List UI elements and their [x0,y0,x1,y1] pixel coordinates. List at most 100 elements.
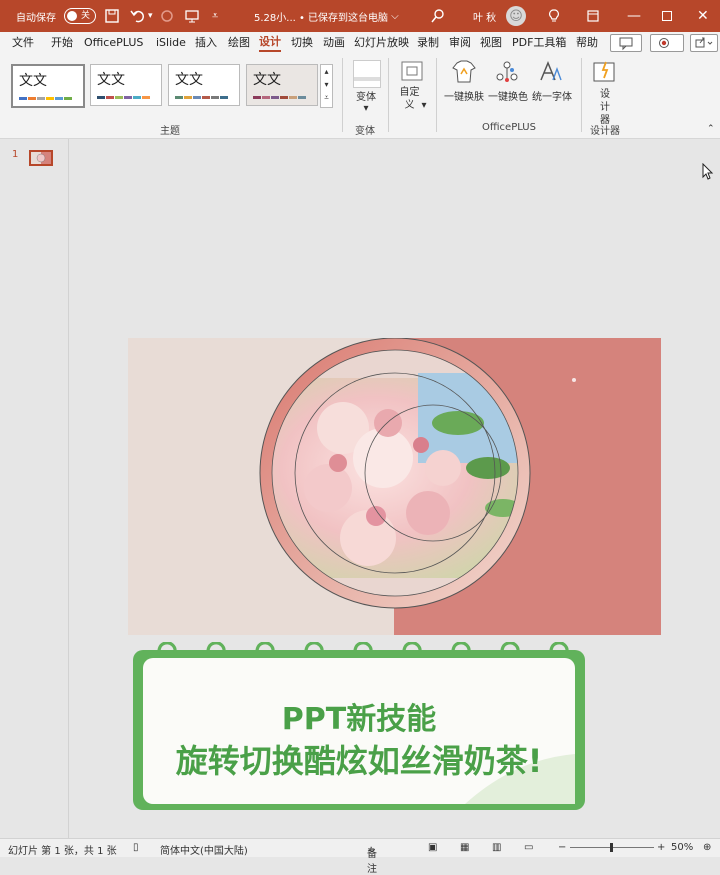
chevron-down-icon: ⌵ [391,10,399,22]
slide-count-status: 幻灯片 第 1 张，共 1 张 [8,846,117,857]
slide-sorter-icon[interactable]: ▦ [460,842,469,853]
officeplus-group-label: OfficePLUS [482,122,536,133]
zoom-slider-thumb[interactable] [610,843,613,852]
tab-slideshow[interactable]: 幻灯片放映 [354,32,409,54]
avatar[interactable]: ☺ [506,0,526,32]
record-icon [659,38,669,48]
chevron-down-icon: ▾ [324,80,329,89]
tab-transitions[interactable]: 切换 [291,32,313,54]
normal-view-icon[interactable]: ▣ [428,842,437,853]
zoom-out-icon[interactable]: − [558,842,566,853]
comment-icon [619,37,633,51]
collapse-ribbon-icon[interactable]: ⌃ [707,124,715,134]
chevron-up-icon: ▴ [324,67,329,76]
slide-thumbnail-preview [31,152,51,164]
status-bar: 幻灯片 第 1 张，共 1 张 ▯ 简体中文(中国大陆) ≐ 备注 ▣ ▦ ▥ … [0,838,720,875]
chevron-down-icon: ▾ [421,100,427,111]
customize-button-label: 自定义 [399,87,420,111]
tab-file[interactable]: 文件 [12,32,34,54]
file-title[interactable]: 5.28小... • 已保存到这台电脑 ⌵ [254,0,399,32]
tshirt-icon [451,60,477,87]
themes-group-label: 主题 [160,126,180,137]
tab-record[interactable]: 录制 [417,32,439,54]
ribbon-display-icon[interactable] [587,0,599,32]
group-divider [436,58,437,132]
autosave-toggle[interactable]: 关 [64,0,96,32]
tab-review[interactable]: 审阅 [449,32,471,54]
lightbulb-icon[interactable] [548,0,560,32]
theme-sample-text: 文文 [253,72,281,88]
tab-islide[interactable]: iSlide [156,32,186,54]
palette-icon [494,60,520,87]
slideshow-icon[interactable]: ▭ [524,842,533,853]
customize-qat-icon[interactable]: ⩡ [212,0,218,32]
tab-design[interactable]: 设计 [259,32,281,52]
customize-button[interactable]: 自定义 ▾ [396,86,428,112]
chevron-down-icon: ▾ [363,103,369,114]
theme-sample-text: 文文 [19,73,47,89]
one-click-color-button[interactable]: 一键换色 [486,88,530,103]
circle-frame-graphic [259,338,576,609]
zoom-in-icon[interactable]: + [657,842,665,853]
tab-animations[interactable]: 动画 [323,32,345,54]
theme-color-bars [253,96,306,99]
redo-icon[interactable] [160,0,174,32]
share-icon [695,37,713,48]
slide-canvas[interactable] [128,338,661,635]
group-divider [581,58,582,132]
notes-label: 备注 [367,849,377,875]
close-icon[interactable]: ✕ [697,0,709,32]
autosave-label: 自动保存 [16,12,56,24]
theme-color-bars [97,96,150,99]
designer-icon [592,60,618,87]
language-status[interactable]: 简体中文(中国大陆) [160,842,248,857]
comments-button[interactable] [610,34,642,52]
undo-dropdown-icon[interactable]: ▾ [148,0,153,32]
unify-font-button[interactable]: 统一字体 [530,88,574,103]
one-click-skin-button[interactable]: 一键换肤 [442,88,486,103]
user-name[interactable]: 叶 秋 [473,0,496,32]
present-icon[interactable] [185,0,199,32]
tab-pdf-toolbox[interactable]: PDF工具箱 [512,32,566,54]
spiral-binding [157,642,569,658]
slide-size-icon [399,60,425,85]
zoom-level[interactable]: 50% [671,842,693,853]
theme-thumbnail-1[interactable]: 文文 [11,64,85,108]
save-icon[interactable] [105,0,119,32]
file-title-text: 5.28小... • 已保存到这台电脑 [254,12,389,24]
theme-thumbnail-2[interactable]: 文文 [90,64,162,106]
accessibility-icon[interactable]: ▯ [133,842,139,853]
slide-thumbnail-pane: 1 [0,139,69,839]
variant-button[interactable]: 变体 ▾ [353,88,379,114]
theme-color-bars [175,96,228,99]
tab-view[interactable]: 视图 [480,32,502,54]
search-icon[interactable] [431,0,445,32]
slide-thumbnail-1[interactable] [29,150,53,166]
undo-icon[interactable] [130,0,146,32]
group-divider [388,58,389,132]
theme-thumbnail-3[interactable]: 文文 [168,64,240,106]
record-button[interactable] [650,34,684,52]
tab-insert[interactable]: 插入 [195,32,217,54]
tab-home[interactable]: 开始 [51,32,73,54]
tab-officeplus[interactable]: OfficePLUS [84,32,143,54]
variant-gallery-icon [353,60,381,88]
variant-group-label: 变体 [355,126,375,137]
variant-button-label: 变体 [356,92,376,103]
tab-help[interactable]: 帮助 [576,32,598,54]
title-bar: 自动保存 关 ▾ ⩡ 5.28小... • 已保存到这台电脑 ⌵ 叶 秋 ☺ —… [0,0,720,32]
slide-number: 1 [12,149,19,160]
title-card: PPT新技能 旋转切换酷炫如丝滑奶茶! [133,642,585,810]
reading-view-icon[interactable]: ▥ [492,842,501,853]
theme-sample-text: 文文 [97,72,125,88]
minimize-icon[interactable]: — [627,0,641,32]
share-button[interactable] [690,34,718,52]
tab-draw[interactable]: 绘图 [228,32,250,54]
maximize-icon[interactable] [662,0,672,32]
theme-color-bars [19,97,72,100]
theme-thumbnail-4[interactable]: 文文 [246,64,318,106]
font-icon [538,60,564,87]
theme-gallery-scroll[interactable]: ▴ ▾ ⩡ [320,64,333,108]
fit-to-window-icon[interactable]: ⊕ [703,842,711,853]
autosave-state: 关 [81,11,91,21]
